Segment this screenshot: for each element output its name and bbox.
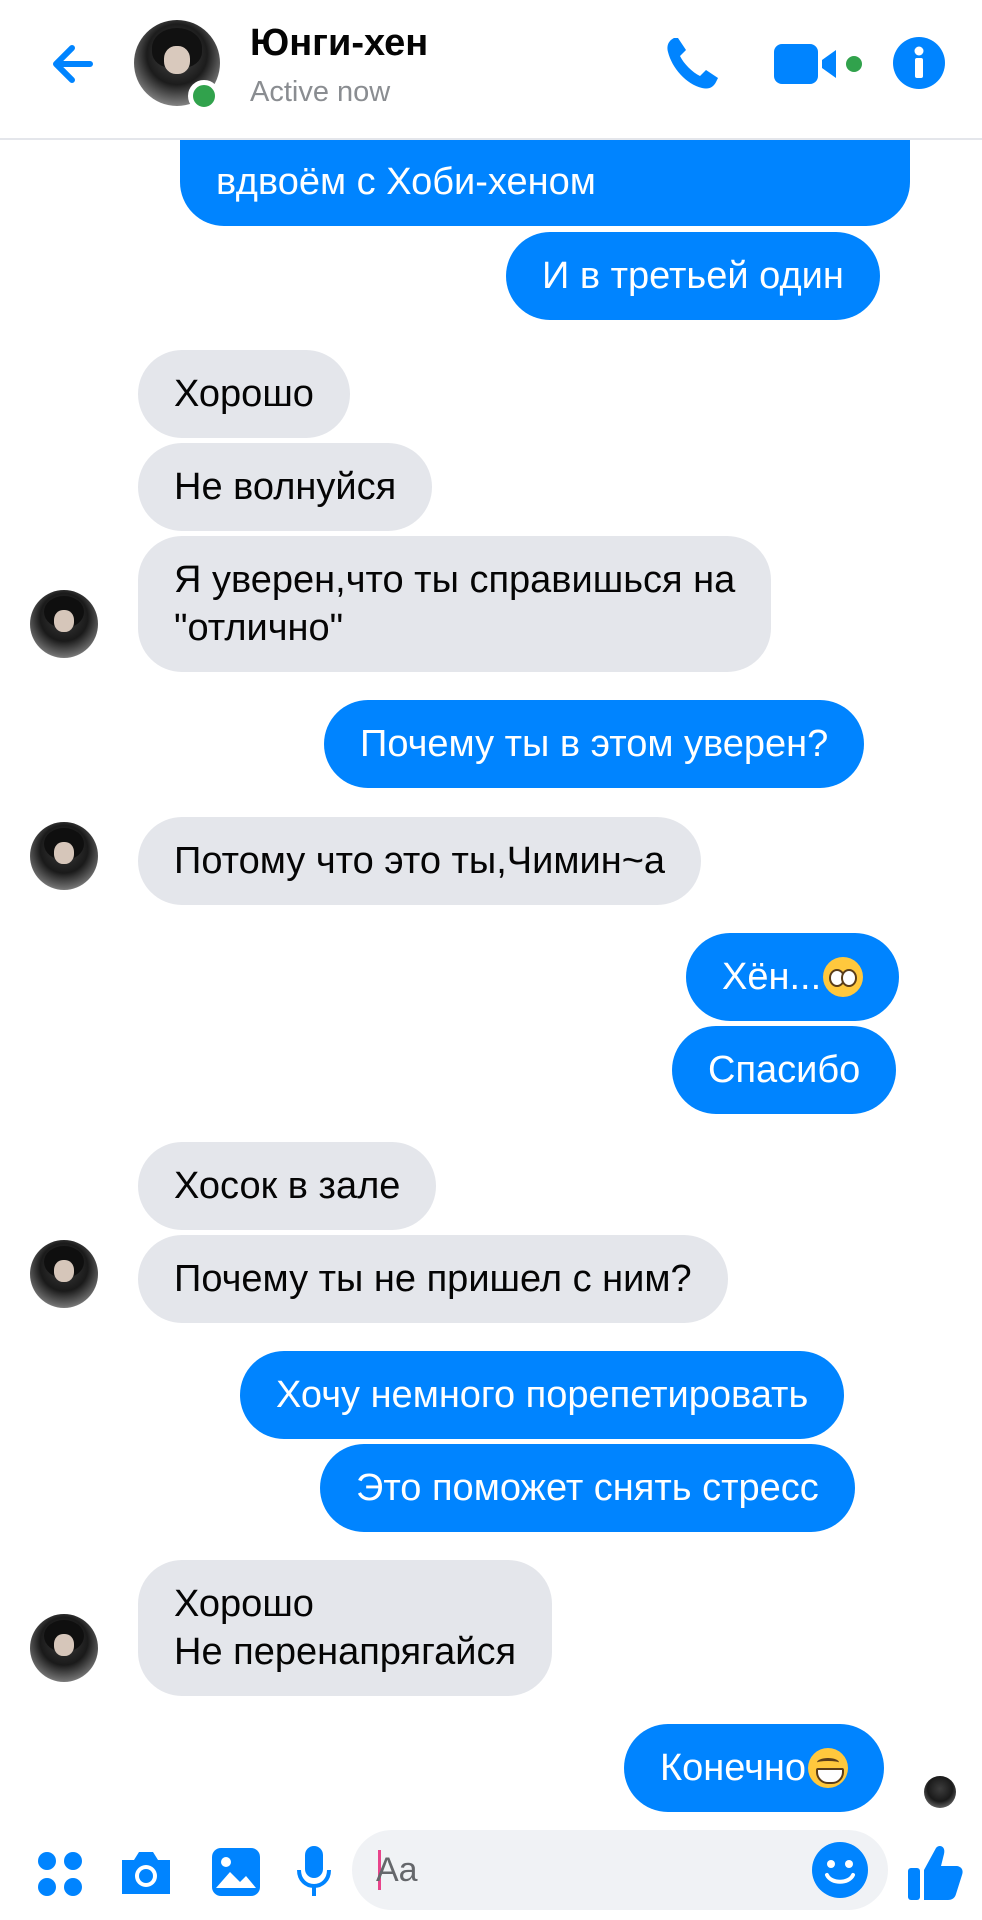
contact-avatar-small[interactable]	[30, 822, 98, 890]
message-composer	[0, 1818, 982, 1920]
grinning-face-emoji	[808, 1748, 849, 1788]
message-text: Конечно	[660, 1747, 807, 1789]
seen-indicator-avatar	[924, 1776, 956, 1808]
message-text: Хорошо Не перенапрягайся	[174, 1583, 517, 1673]
message-text: Это поможет снять стресс	[356, 1467, 819, 1509]
message-text: Хочу немного порепетировать	[276, 1374, 809, 1416]
message-bubble-incoming[interactable]: Я уверен,что ты справишься на "отлично"	[138, 536, 772, 672]
message-input[interactable]	[376, 1840, 796, 1900]
emoji-icon[interactable]	[810, 1840, 870, 1900]
message-bubble-incoming[interactable]: Не волнуйся	[138, 443, 433, 531]
message-bubble-outgoing[interactable]: Почему ты в этом уверен?	[324, 700, 865, 788]
chat-header: Юнги-хен Active now	[0, 0, 982, 140]
message-text: Хорошо	[174, 373, 314, 415]
message-bubble-incoming[interactable]: Потому что это ты,Чимин~а	[138, 817, 702, 905]
message-text: Хён...	[722, 956, 822, 998]
contact-avatar-small[interactable]	[30, 1614, 98, 1682]
message-bubble-outgoing[interactable]: Конечно	[624, 1724, 885, 1812]
message-text: Я уверен,что ты справишься на "отлично"	[174, 559, 736, 649]
info-icon[interactable]	[892, 36, 946, 90]
avatar-face	[54, 842, 74, 864]
microphone-icon[interactable]	[294, 1844, 334, 1900]
message-text: Потому что это ты,Чимин~а	[174, 840, 666, 882]
message-bubble-outgoing[interactable]: Хочу немного порепетировать	[240, 1351, 845, 1439]
message-bubble-incoming[interactable]: Хорошо Не перенапрягайся	[138, 1560, 553, 1696]
message-text: Не волнуйся	[174, 466, 397, 508]
message-bubble-incoming[interactable]: Хосок в зале	[138, 1142, 437, 1230]
message-bubble-outgoing[interactable]: И в третьей один	[506, 232, 880, 320]
message-text: Хосок в зале	[174, 1165, 401, 1207]
video-camera-icon[interactable]	[772, 40, 864, 90]
message-text: Почему ты не пришел с ним?	[174, 1258, 692, 1300]
pleading-face-emoji	[823, 957, 864, 997]
avatar-face	[54, 1260, 74, 1282]
camera-icon[interactable]	[118, 1848, 174, 1898]
message-text: вдвоём с Хоби-хеном	[216, 161, 596, 203]
gallery-icon[interactable]	[210, 1846, 262, 1898]
online-status-dot	[188, 80, 220, 112]
avatar-face	[164, 46, 190, 74]
contact-status: Active now	[250, 76, 391, 108]
contact-name[interactable]: Юнги-хен	[250, 22, 428, 65]
avatar-face	[54, 1634, 74, 1656]
contact-avatar-small[interactable]	[30, 590, 98, 658]
phone-icon[interactable]	[660, 32, 724, 96]
message-bubble-outgoing[interactable]: Хён...	[686, 933, 900, 1021]
apps-icon[interactable]	[36, 1850, 84, 1898]
message-text: И в третьей один	[542, 255, 844, 297]
message-input-container[interactable]	[352, 1830, 888, 1910]
message-bubble-incoming[interactable]: Хорошо	[138, 350, 350, 438]
message-bubble-outgoing[interactable]: Спасибо	[672, 1026, 897, 1114]
avatar-face	[54, 610, 74, 632]
message-bubble-outgoing[interactable]: Это поможет снять стресс	[320, 1444, 855, 1532]
back-arrow-icon[interactable]	[44, 34, 104, 94]
message-bubble-incoming[interactable]: Почему ты не пришел с ним?	[138, 1235, 728, 1323]
message-text: Почему ты в этом уверен?	[360, 723, 829, 765]
message-text: Спасибо	[708, 1049, 861, 1091]
thumbs-up-icon[interactable]	[906, 1842, 964, 1902]
contact-avatar-small[interactable]	[30, 1240, 98, 1308]
